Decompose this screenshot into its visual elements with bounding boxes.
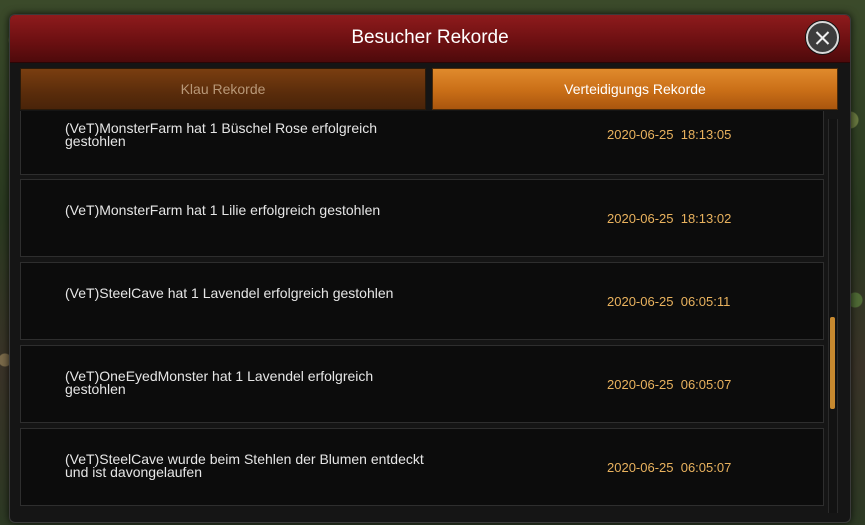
record-message: (VeT)MonsterFarm hat 1 Büschel Rose erfo… [65, 120, 378, 149]
list-item: (VeT)SteelCave hat 1 Lavendel erfolgreic… [20, 262, 824, 340]
scrollbar[interactable] [828, 119, 838, 513]
list-item: (VeT)SteelCave wurde beim Stehlen der Bl… [20, 428, 824, 506]
tab-verteidigungs-rekorde[interactable]: Verteidigungs Rekorde [432, 68, 838, 110]
visitor-records-dialog: Besucher Rekorde Klau Rekorde Verteidigu… [9, 14, 851, 523]
record-timestamp: 2020-06-25 06:05:07 [607, 460, 732, 475]
dialog-header: Besucher Rekorde [10, 15, 850, 63]
record-message: (VeT)SteelCave wurde beim Stehlen der Bl… [65, 451, 424, 480]
record-message: (VeT)OneEyedMonster hat 1 Lavendel erfol… [65, 368, 374, 397]
list-item: (VeT)MonsterFarm hat 1 Lilie erfolgreich… [20, 179, 824, 257]
record-timestamp: 2020-06-25 06:05:07 [607, 377, 732, 392]
scrollbar-thumb[interactable] [830, 317, 835, 409]
close-button[interactable] [806, 21, 839, 54]
record-timestamp: 2020-06-25 18:13:02 [607, 211, 732, 226]
records-list: (VeT)MonsterFarm hat 1 Büschel Rose erfo… [20, 111, 828, 519]
list-item: (VeT)OneEyedMonster hat 1 Lavendel erfol… [20, 345, 824, 423]
record-timestamp: 2020-06-25 06:05:11 [607, 294, 731, 309]
dialog-title: Besucher Rekorde [351, 27, 509, 48]
record-message: (VeT)MonsterFarm hat 1 Lilie erfolgreich… [65, 202, 381, 218]
tab-klau-rekorde[interactable]: Klau Rekorde [20, 68, 426, 110]
record-timestamp: 2020-06-25 18:13:05 [607, 127, 732, 142]
record-message: (VeT)SteelCave hat 1 Lavendel erfolgreic… [65, 285, 394, 301]
list-item: (VeT)MonsterFarm hat 1 Büschel Rose erfo… [20, 111, 824, 175]
